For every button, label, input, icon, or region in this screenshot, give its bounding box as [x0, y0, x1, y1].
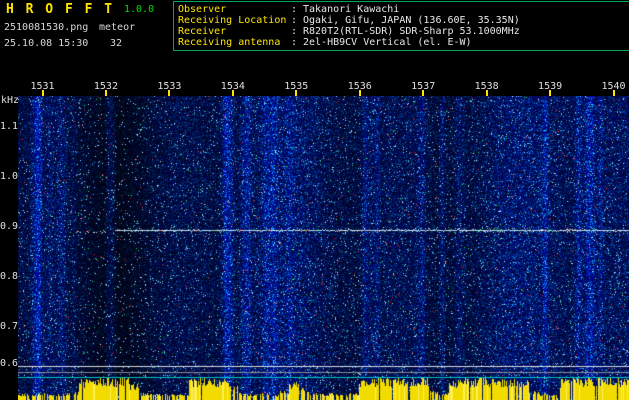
- info-value: Ogaki, Gifu, JAPAN (136.60E, 35.35N): [303, 15, 520, 26]
- info-label: Observer: [178, 4, 227, 15]
- info-value: 2el-HB9CV Vertical (el. E-W): [303, 37, 472, 48]
- info-value: R820T2(RTL-SDR) SDR-Sharp 53.1000MHz: [303, 26, 520, 37]
- info-row: Observer: Takanori Kawachi: [178, 4, 399, 15]
- app-title: H R O F F T: [6, 2, 115, 17]
- info-label: Receiving Location: [178, 15, 287, 26]
- freq-tick-label: 1.0: [0, 171, 19, 182]
- info-label: Receiving antenna: [178, 37, 281, 48]
- hrofft-window: H R O F F T 1.0.0 2510081530.png meteor …: [0, 0, 629, 400]
- info-separator: :: [291, 4, 298, 15]
- info-row: Receiver: R820T2(RTL-SDR) SDR-Sharp 53.10…: [178, 26, 520, 37]
- observation-datetime: 25.10.08 15:30: [4, 38, 89, 49]
- station-info-box: Observer: Takanori Kawachi Receiving Locat…: [173, 1, 629, 51]
- echo-count: 32: [110, 38, 123, 49]
- freq-unit-label: kHz: [1, 95, 20, 106]
- info-row: Receiving Location: Ogaki, Gifu, JAPAN (1…: [178, 15, 520, 26]
- spectrogram-canvas: [18, 96, 629, 400]
- freq-tick-label: 0.9: [0, 221, 19, 232]
- info-value: Takanori Kawachi: [303, 4, 400, 15]
- info-separator: :: [291, 37, 298, 48]
- info-separator: :: [291, 15, 298, 26]
- info-label: Receiver: [178, 26, 227, 37]
- output-filename: 2510081530.png: [4, 22, 89, 33]
- freq-tick-label: 0.8: [0, 271, 19, 282]
- mode-label: meteor: [99, 22, 136, 33]
- app-version: 1.0.0: [124, 4, 155, 15]
- info-separator: :: [291, 26, 298, 37]
- freq-tick-label: 1.1: [0, 121, 19, 132]
- freq-tick-label: 0.7: [0, 321, 19, 332]
- info-row: Receiving antenna:2el-HB9CV Vertical (el…: [178, 37, 472, 48]
- freq-tick-label: 0.6: [0, 358, 19, 369]
